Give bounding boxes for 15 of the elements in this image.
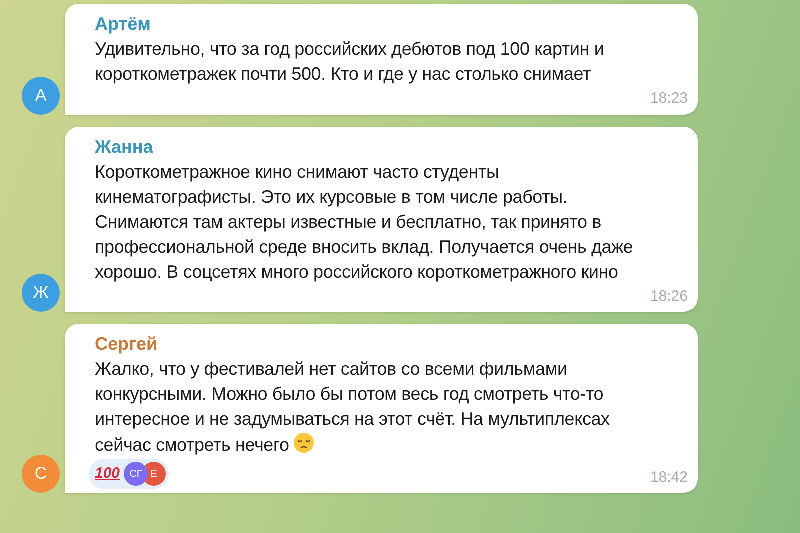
- author-name[interactable]: Артём: [95, 12, 688, 36]
- author-name[interactable]: Сергей: [95, 332, 688, 356]
- avatar[interactable]: С: [22, 455, 60, 493]
- message-text: Жалко, что у фестивалей нет сайтов со всеми фильмами конкурсными. Можно было бы потом весь год смотреть что-то интересное и не задумываться на этот счёт. На мультиплексах сейчас смотреть нечего: [95, 358, 611, 457]
- message-text: Короткометражное кино снимают часто студенты кинематографисты. Это их курсовые в том числе работы. Снимаются там актеры известные и бесплатно, так принято в профессиональной среде вносить вклад. Получается очень даже хорошо. В соцсетях много российского короткометражного кино: [95, 160, 634, 284]
- avatar[interactable]: А: [22, 76, 60, 114]
- author-name[interactable]: Жанна: [95, 134, 688, 158]
- reactor-avatar: СГ: [124, 462, 148, 486]
- reaction-emoji: 100: [95, 464, 120, 484]
- message-time: 18:42: [650, 468, 688, 488]
- avatar[interactable]: Ж: [22, 274, 60, 312]
- message-time: 18:26: [650, 286, 688, 306]
- reaction-chip[interactable]: 100 СГ Е: [89, 459, 170, 489]
- message-time: 18:23: [650, 89, 688, 109]
- message-text: Удивительно, что за год российских дебютов под 100 картин и короткометражек почти 500. Кто и где у нас столько снимает: [95, 38, 606, 86]
